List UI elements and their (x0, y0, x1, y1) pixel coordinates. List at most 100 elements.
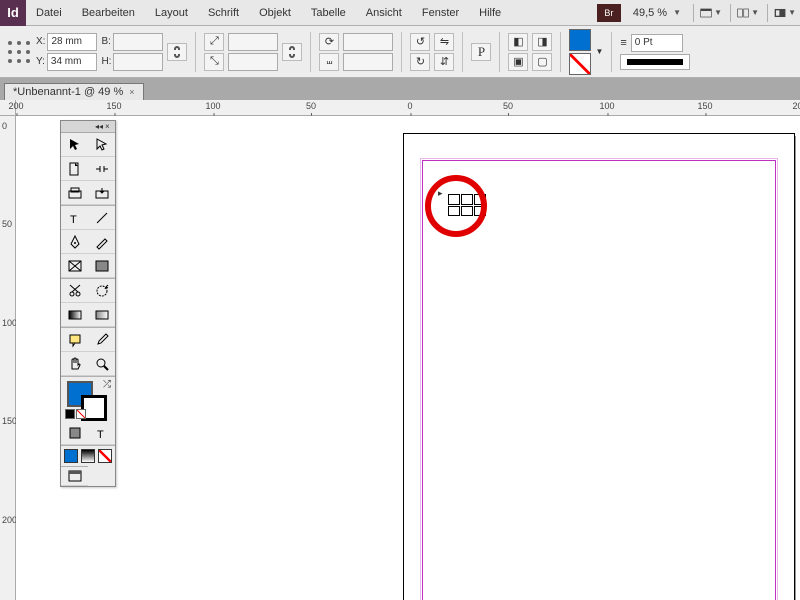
workspace: 200 150 100 50 0 50 100 150 200 0 50 100… (0, 100, 800, 600)
workspace-button[interactable]: ▼ (774, 4, 798, 22)
ruler-vertical[interactable]: 0 50 100 150 200 (0, 116, 16, 600)
free-transform-tool[interactable] (88, 279, 115, 303)
gap-tool[interactable] (88, 157, 115, 181)
default-colors-icon[interactable] (65, 409, 86, 419)
bridge-button[interactable]: Br (597, 4, 621, 22)
w-field[interactable] (113, 33, 163, 51)
ruler-h-tick: 200 (792, 101, 800, 111)
stroke-swatch[interactable] (569, 53, 591, 75)
arrange-button[interactable]: ▼ (737, 4, 761, 22)
apply-none-icon[interactable] (98, 449, 112, 463)
margin-guides (422, 160, 776, 600)
zoom-display[interactable]: 49,5 % (627, 7, 673, 19)
menu-schrift[interactable]: Schrift (198, 0, 249, 25)
close-tab-icon[interactable]: × (129, 87, 134, 97)
direct-selection-tool[interactable] (88, 133, 115, 157)
menu-hilfe[interactable]: Hilfe (469, 0, 511, 25)
rotate-icon[interactable]: ⟳ (319, 33, 339, 51)
menu-fenster[interactable]: Fenster (412, 0, 469, 25)
pen-tool[interactable] (61, 230, 88, 254)
fill-swatch[interactable] (569, 29, 591, 51)
view-mode-button[interactable] (61, 466, 88, 486)
apply-gradient-icon[interactable] (81, 449, 95, 463)
menu-tabelle[interactable]: Tabelle (301, 0, 356, 25)
hand-tool[interactable] (61, 352, 88, 376)
note-tool[interactable] (61, 328, 88, 352)
rotate-cw-icon[interactable]: ↻ (410, 53, 430, 71)
h-label: H: (101, 56, 111, 67)
selection-tool[interactable] (61, 133, 88, 157)
control-bar: X:28 mm B: Y:34 mm H: ⤢ ⤡ ⟳ ⧢ ↺ ↻ ⇋ ⇵ P … (0, 26, 800, 78)
gradient-swatch-tool[interactable] (61, 303, 88, 327)
apply-color-icon[interactable] (64, 449, 78, 463)
select-content-icon[interactable]: ▣ (508, 53, 528, 71)
reference-point-icon[interactable] (6, 39, 32, 65)
ruler-h-tick: 150 (106, 101, 121, 111)
scale-x-field[interactable] (228, 33, 278, 51)
menu-ansicht[interactable]: Ansicht (356, 0, 412, 25)
select-container-icon[interactable]: P (471, 43, 491, 61)
rotate-ccw-icon[interactable]: ↺ (410, 33, 430, 51)
ruler-h-tick: 100 (205, 101, 220, 111)
flip-h-icon[interactable]: ⇋ (434, 33, 454, 51)
link-wh-icon[interactable] (167, 43, 187, 61)
rotate-field[interactable] (343, 33, 393, 51)
ruler-h-tick: 150 (697, 101, 712, 111)
menu-datei[interactable]: Datei (26, 0, 72, 25)
flip-v-icon[interactable]: ⇵ (434, 53, 454, 71)
ruler-v-tick: 200 (2, 515, 17, 525)
document-tab-bar: *Unbenannt-1 @ 49 % × (0, 78, 800, 100)
scale-x-icon[interactable]: ⤢ (204, 33, 224, 51)
ruler-horizontal[interactable]: 200 150 100 50 0 50 100 150 200 (16, 100, 800, 116)
document-tab[interactable]: *Unbenannt-1 @ 49 % × (4, 83, 144, 100)
rectangle-frame-tool[interactable] (61, 254, 88, 278)
screen-mode-button[interactable]: ▼ (700, 4, 724, 22)
line-tool[interactable] (88, 206, 115, 230)
scale-y-field[interactable] (228, 53, 278, 71)
zoom-dropdown-icon[interactable]: ▼ (673, 8, 689, 17)
canvas[interactable]: ▸ ◂◂ × T (16, 116, 800, 600)
ruler-h-tick: 0 (407, 101, 412, 111)
x-label: X: (36, 36, 45, 47)
menu-layout[interactable]: Layout (145, 0, 198, 25)
x-field[interactable]: 28 mm (47, 33, 97, 51)
type-tool[interactable]: T (61, 206, 88, 230)
select-next-icon[interactable]: ◨ (532, 33, 552, 51)
apply-text-icon[interactable]: T (88, 421, 115, 445)
content-collector-tool[interactable] (61, 181, 88, 205)
stroke-style-field[interactable] (620, 54, 690, 70)
swap-colors-icon[interactable]: ⤮ (103, 379, 111, 390)
pencil-tool[interactable] (88, 230, 115, 254)
shear-icon[interactable]: ⧢ (319, 53, 339, 71)
zoom-tool[interactable] (88, 352, 115, 376)
svg-text:T: T (97, 429, 104, 441)
link-scale-icon[interactable] (282, 43, 302, 61)
h-field[interactable] (113, 53, 163, 71)
tools-panel-header[interactable]: ◂◂ × (61, 121, 115, 133)
scale-y-icon[interactable]: ⤡ (204, 53, 224, 71)
place-cursor[interactable]: ▸ (440, 192, 486, 224)
shear-field[interactable] (343, 53, 393, 71)
stroke-weight-field[interactable]: 0 Pt (631, 34, 683, 52)
page-tool[interactable] (61, 157, 88, 181)
select-prev-icon[interactable]: ◧ (508, 33, 528, 51)
rectangle-tool[interactable] (88, 254, 115, 278)
page[interactable]: ▸ (404, 134, 794, 600)
tools-panel[interactable]: ◂◂ × T (60, 120, 116, 487)
menu-bearbeiten[interactable]: Bearbeiten (72, 0, 145, 25)
scissors-tool[interactable] (61, 279, 88, 303)
ruler-h-tick: 200 (8, 101, 23, 111)
apply-container-icon[interactable] (61, 421, 88, 445)
color-controls[interactable]: ⤮ (61, 377, 115, 421)
gradient-feather-tool[interactable] (88, 303, 115, 327)
close-panel-icon[interactable]: × (105, 123, 113, 131)
w-label: B: (101, 36, 110, 47)
ruler-h-tick: 50 (503, 101, 513, 111)
y-field[interactable]: 34 mm (47, 53, 97, 71)
collapse-icon[interactable]: ◂◂ (95, 123, 103, 131)
swatch-dropdown-icon[interactable]: ▼ (595, 47, 603, 56)
content-placer-tool[interactable] (88, 181, 115, 205)
menu-objekt[interactable]: Objekt (249, 0, 301, 25)
select-parent-icon[interactable]: ▢ (532, 53, 552, 71)
eyedropper-tool[interactable] (88, 328, 115, 352)
